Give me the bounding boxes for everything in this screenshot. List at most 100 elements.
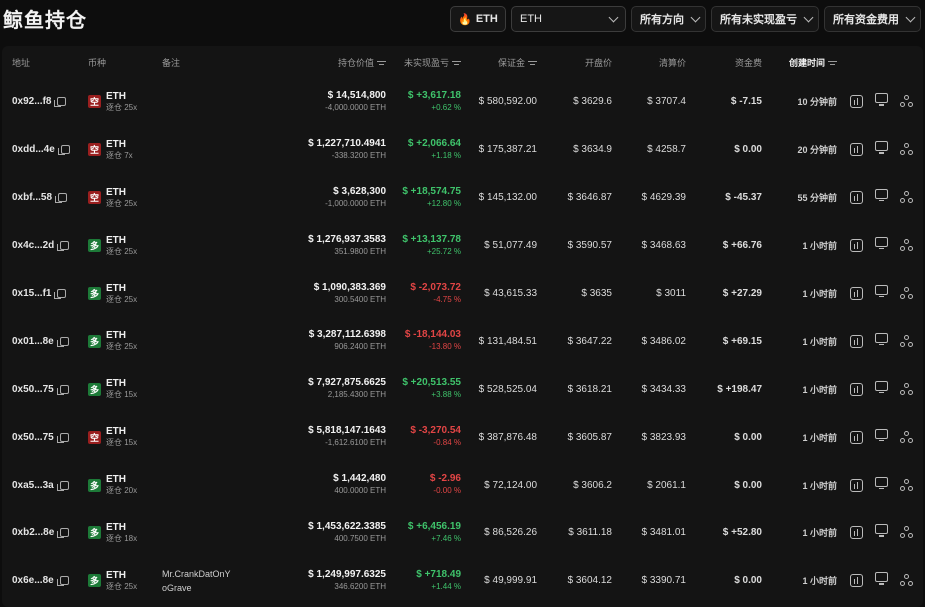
position-size: 2,185.4300 ETH [327, 390, 386, 400]
col-created-sort[interactable]: 创建时间 [789, 56, 837, 69]
monitor-icon[interactable] [875, 572, 888, 585]
monitor-icon[interactable] [875, 285, 888, 298]
address-text[interactable]: 0xa5...3a [12, 480, 54, 491]
address-text[interactable]: 0xdd...4e [12, 144, 55, 155]
chart-icon[interactable] [850, 143, 863, 157]
copy-icon[interactable] [56, 576, 69, 587]
position-size: 400.0000 ETH [334, 486, 386, 496]
address-text[interactable]: 0x50...75 [12, 432, 54, 443]
copy-icon[interactable] [57, 528, 70, 539]
chart-icon[interactable] [850, 191, 863, 205]
copy-icon[interactable] [57, 145, 70, 156]
share-icon[interactable] [900, 526, 913, 539]
table-row[interactable]: 0x92...f8 空 ETH 逐仓 25x $ 14,514,800 -4,0… [2, 78, 923, 126]
share-icon[interactable] [900, 334, 913, 348]
address-cell[interactable]: 0x92...f8 [12, 96, 67, 108]
share-icon[interactable] [900, 287, 913, 300]
funding-dropdown[interactable]: 所有资金费用 [824, 6, 921, 32]
value-cell: $ 3,287,112.6398 906.2400 ETH [309, 329, 386, 353]
margin-value: $ 131,484.51 [478, 335, 537, 347]
share-icon[interactable] [900, 574, 913, 587]
share-icon[interactable] [900, 143, 913, 156]
address-text[interactable]: 0x92...f8 [12, 96, 51, 107]
chart-icon[interactable] [850, 574, 863, 588]
chevron-down-icon [905, 12, 916, 22]
leverage-text: 逐仓 15x [106, 390, 138, 400]
address-cell[interactable]: 0x50...75 [12, 384, 69, 395]
address-cell[interactable]: 0xdd...4e [12, 144, 70, 156]
table-row[interactable]: 0x15...f1 多 ETH 逐仓 25x $ 1,090,383.369 3… [2, 270, 923, 318]
coin-name: ETH [106, 282, 126, 294]
chart-icon[interactable] [850, 95, 863, 109]
coin-select[interactable]: ETH [511, 6, 626, 32]
positions-table: 地址 币种 备注 持仓价值 未实现盈亏 保证金 开盘价 清算价 资金费 创建时间… [2, 46, 923, 607]
address-cell[interactable]: 0x01...8e [12, 336, 69, 347]
monitor-icon[interactable] [875, 428, 888, 441]
chart-icon[interactable] [850, 334, 863, 348]
chart-icon[interactable] [850, 287, 863, 300]
address-cell[interactable]: 0xa5...3a [12, 480, 69, 491]
address-text[interactable]: 0x01...8e [12, 336, 54, 347]
col-funding: 资金费 [734, 57, 762, 68]
chart-icon[interactable] [850, 478, 863, 492]
address-text[interactable]: 0x50...75 [12, 384, 54, 395]
share-icon[interactable] [900, 191, 913, 204]
copy-icon[interactable] [56, 384, 69, 395]
table-row[interactable]: 0xa5...3a 多 ETH 逐仓 20x $ 1,442,480 400.0… [2, 461, 923, 509]
direction-dropdown[interactable]: 所有方向 [631, 6, 706, 32]
copy-icon[interactable] [56, 336, 69, 347]
address-text[interactable]: 0x15...f1 [12, 288, 51, 299]
address-cell[interactable]: 0x15...f1 [12, 288, 67, 299]
table-row[interactable]: 0xb2...8e 多 ETH 逐仓 18x $ 1,453,622.3385 … [2, 509, 923, 557]
table-row[interactable]: 0x50...75 空 ETH 逐仓 15x $ 5,818,147.1643 … [2, 413, 923, 461]
monitor-icon[interactable] [875, 476, 888, 489]
col-value-sort[interactable]: 持仓价值 [338, 56, 386, 69]
position-size: -4,000.0000 ETH [325, 102, 386, 112]
address-cell[interactable]: 0xbf...58 [12, 192, 68, 204]
address-text[interactable]: 0xbf...58 [12, 192, 52, 203]
share-icon[interactable] [900, 430, 913, 444]
col-pnl-sort[interactable]: 未实现盈亏 [404, 56, 461, 69]
chart-icon[interactable] [850, 430, 863, 444]
chart-icon[interactable] [850, 382, 863, 396]
coin-tag-button[interactable]: 🔥 ETH [450, 6, 506, 32]
monitor-icon[interactable] [875, 93, 888, 106]
table-row[interactable]: 0x4c...2d 多 ETH 逐仓 25x $ 1,276,937.3583 … [2, 222, 923, 270]
address-text[interactable]: 0x4c...2d [12, 240, 54, 251]
table-row[interactable]: 0x6e...8e 多 ETH 逐仓 25x Mr.CrankDatOnY oG… [2, 557, 923, 605]
share-icon[interactable] [900, 95, 913, 108]
monitor-icon[interactable] [875, 237, 888, 250]
address-cell[interactable]: 0x4c...2d [12, 240, 70, 252]
monitor-icon[interactable] [875, 524, 888, 537]
monitor-icon[interactable] [875, 189, 888, 202]
table-row[interactable]: 0x01...8e 多 ETH 逐仓 25x $ 3,287,112.6398 … [2, 317, 923, 365]
monitor-icon[interactable] [875, 332, 888, 346]
copy-icon[interactable] [54, 289, 67, 299]
address-cell[interactable]: 0xb2...8e [12, 527, 70, 539]
copy-icon[interactable] [56, 480, 69, 491]
address-text[interactable]: 0x6e...8e [12, 575, 54, 586]
coin-cell: 多 ETH 逐仓 20x [88, 474, 137, 496]
share-icon[interactable] [900, 382, 913, 396]
unrealized-pnl-dropdown[interactable]: 所有未实现盈亏 [711, 6, 819, 32]
leverage-text: 逐仓 18x [106, 533, 138, 543]
address-cell[interactable]: 0x50...75 [12, 432, 69, 443]
share-icon[interactable] [900, 239, 913, 252]
monitor-icon[interactable] [875, 380, 888, 393]
position-value: $ 1,090,383.369 [313, 281, 386, 293]
monitor-icon[interactable] [875, 141, 888, 154]
copy-icon[interactable] [56, 432, 69, 443]
address-cell[interactable]: 0x6e...8e [12, 575, 69, 587]
col-margin-sort[interactable]: 保证金 [498, 56, 537, 69]
table-row[interactable]: 0x50...75 多 ETH 逐仓 15x $ 7,927,875.6625 … [2, 365, 923, 413]
copy-icon[interactable] [55, 193, 68, 204]
copy-icon[interactable] [54, 97, 67, 108]
chart-icon[interactable] [850, 526, 863, 540]
chart-icon[interactable] [850, 239, 863, 253]
table-row[interactable]: 0xbf...58 空 ETH 逐仓 25x $ 3,628,300 -1,00… [2, 174, 923, 222]
address-text[interactable]: 0xb2...8e [12, 527, 54, 538]
table-row[interactable]: 0xdd...4e 空 ETH 逐仓 7x $ 1,227,710.4941 -… [2, 126, 923, 174]
side-badge: 空 [88, 430, 101, 444]
share-icon[interactable] [900, 478, 913, 492]
copy-icon[interactable] [57, 241, 70, 252]
